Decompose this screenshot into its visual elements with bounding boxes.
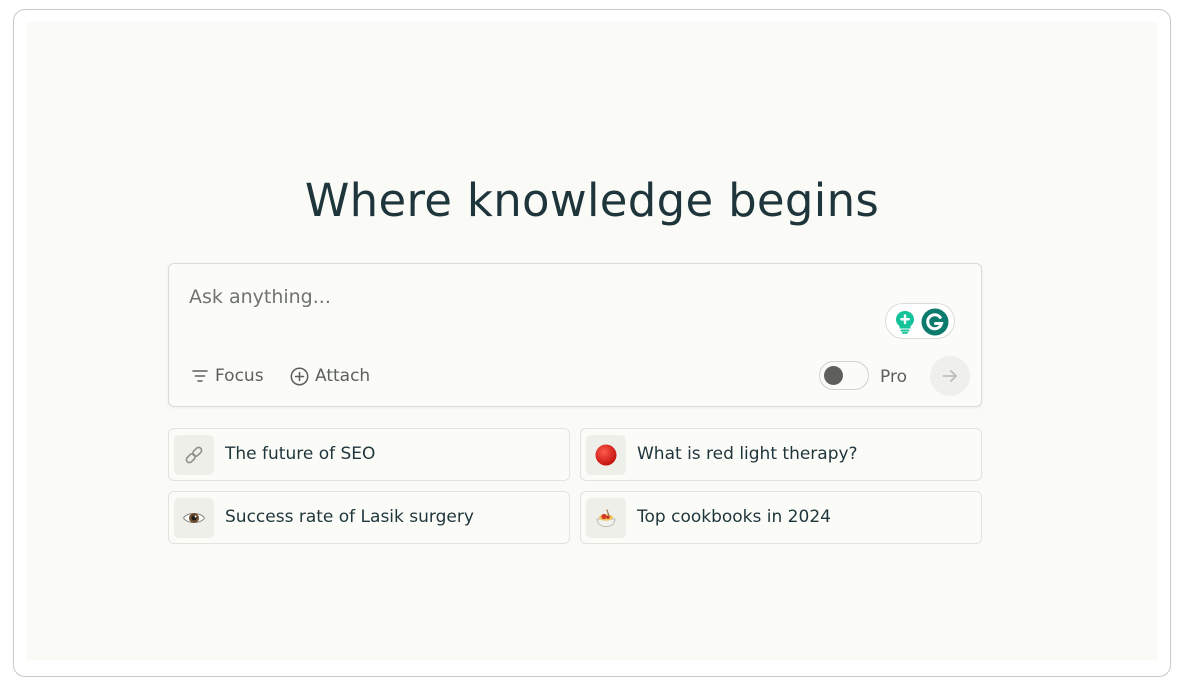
ask-box[interactable]: Focus Attach Pro	[168, 263, 982, 407]
suggestion-card[interactable]: The future of SEO	[168, 428, 570, 481]
main-canvas: Where knowledge begins Fo	[26, 22, 1158, 660]
suggestion-card[interactable]: Top cookbooks in 2024	[580, 491, 982, 544]
spaghetti-icon	[586, 498, 626, 538]
grammarly-icon	[921, 308, 949, 336]
arrow-right-icon	[942, 370, 957, 382]
toggle-knob	[824, 366, 843, 385]
suggestion-label: Top cookbooks in 2024	[637, 507, 831, 527]
app-window: Where knowledge begins Fo	[13, 9, 1171, 677]
eye-icon	[174, 498, 214, 538]
suggestion-label: What is red light therapy?	[637, 444, 858, 464]
page-title: Where knowledge begins	[304, 174, 880, 227]
plus-circle-icon	[290, 367, 309, 385]
pro-toggle[interactable]	[819, 361, 869, 390]
suggestion-card[interactable]: What is red light therapy?	[580, 428, 982, 481]
submit-button[interactable]	[930, 356, 970, 396]
suggestion-label: Success rate of Lasik surgery	[225, 507, 474, 527]
red-circle-icon	[586, 435, 626, 475]
search-input[interactable]	[189, 286, 849, 308]
focus-button[interactable]: Focus	[191, 366, 264, 386]
attach-button[interactable]: Attach	[290, 366, 370, 386]
lightbulb-icon	[896, 311, 914, 334]
suggestion-label: The future of SEO	[225, 444, 376, 464]
attach-label: Attach	[315, 366, 371, 386]
grammarly-widget[interactable]	[885, 303, 955, 339]
suggestion-card[interactable]: Success rate of Lasik surgery	[168, 491, 570, 544]
link-icon	[174, 435, 214, 475]
filter-icon	[192, 370, 208, 382]
focus-label: Focus	[215, 366, 264, 386]
pro-label: Pro	[880, 367, 907, 387]
